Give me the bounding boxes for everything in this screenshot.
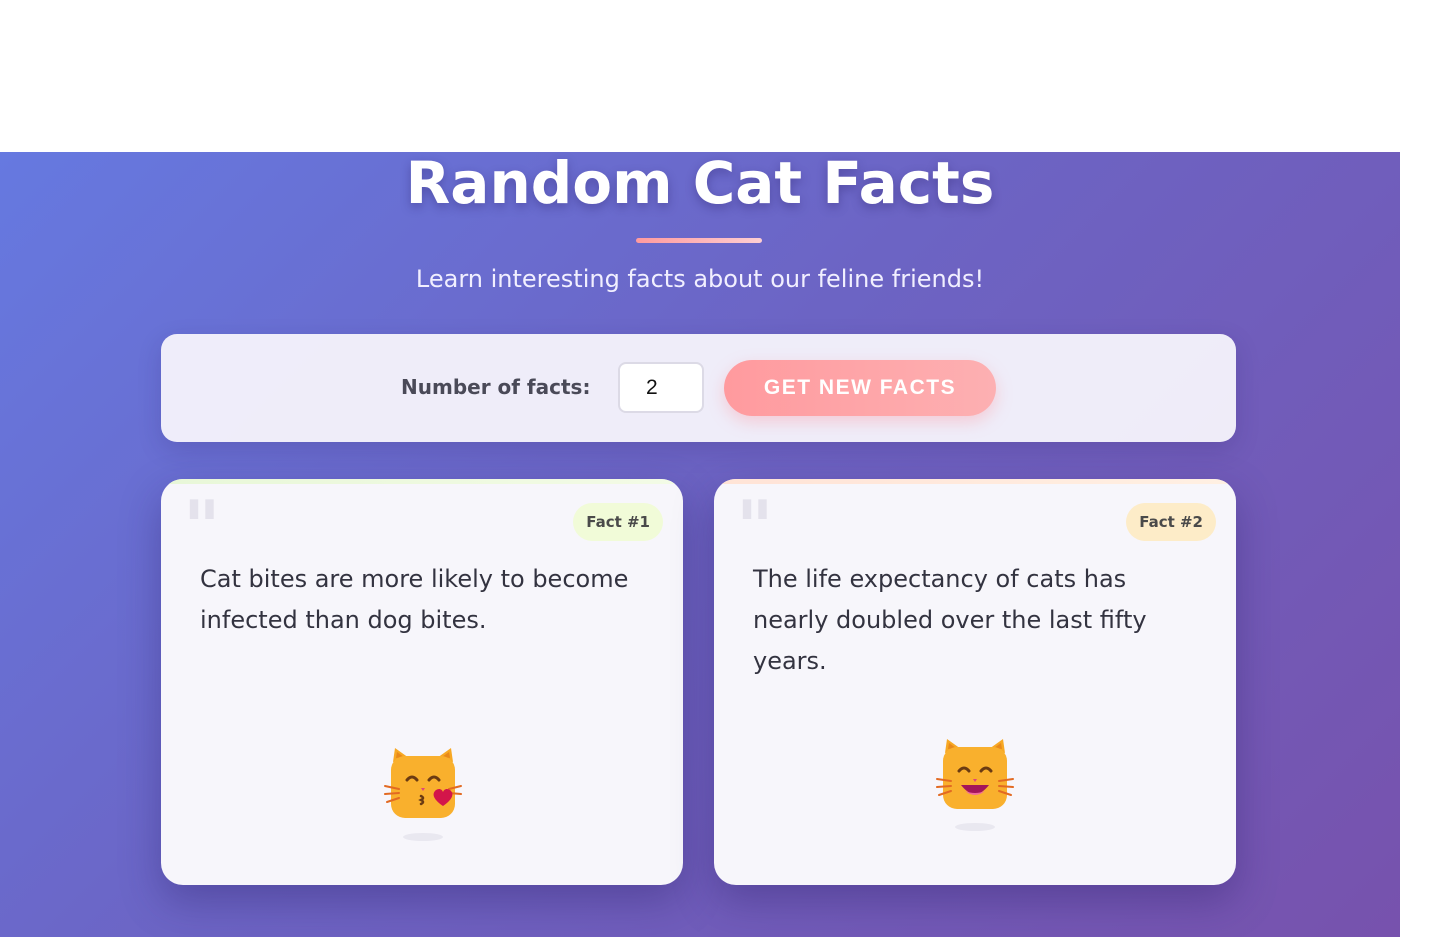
fact-text: Cat bites are more likely to become infe… [200, 565, 629, 634]
controls-panel: Number of facts: GET NEW FACTS [161, 334, 1236, 442]
get-new-facts-button[interactable]: GET NEW FACTS [724, 360, 996, 416]
emoji-shadow [955, 823, 995, 831]
kissing-cat-icon [384, 748, 462, 818]
title-underline [636, 238, 762, 243]
emoji-shadow [403, 833, 443, 841]
fact-count-label: Number of facts: [401, 375, 591, 399]
page-title: Random Cat Facts [405, 152, 995, 217]
page: Random Cat Facts Learn interesting facts… [0, 0, 1452, 937]
grinning-cat-icon [936, 739, 1014, 809]
card-accent-bar [161, 479, 683, 484]
hero-section: Random Cat Facts Learn interesting facts… [0, 152, 1400, 937]
fact-count-input[interactable] [618, 362, 704, 413]
quote-icon: " [736, 484, 774, 569]
fact-badge: Fact #2 [1126, 503, 1216, 541]
page-subtitle: Learn interesting facts about our feline… [415, 265, 985, 293]
fact-card: " Fact #1 Cat bites are more likely to b… [161, 479, 683, 885]
quote-icon: " [183, 484, 221, 569]
fact-text: The life expectancy of cats has nearly d… [753, 565, 1147, 675]
fact-card: " Fact #2 The life expectancy of cats ha… [714, 479, 1236, 885]
card-accent-bar [714, 479, 1236, 484]
fact-badge: Fact #1 [573, 503, 663, 541]
